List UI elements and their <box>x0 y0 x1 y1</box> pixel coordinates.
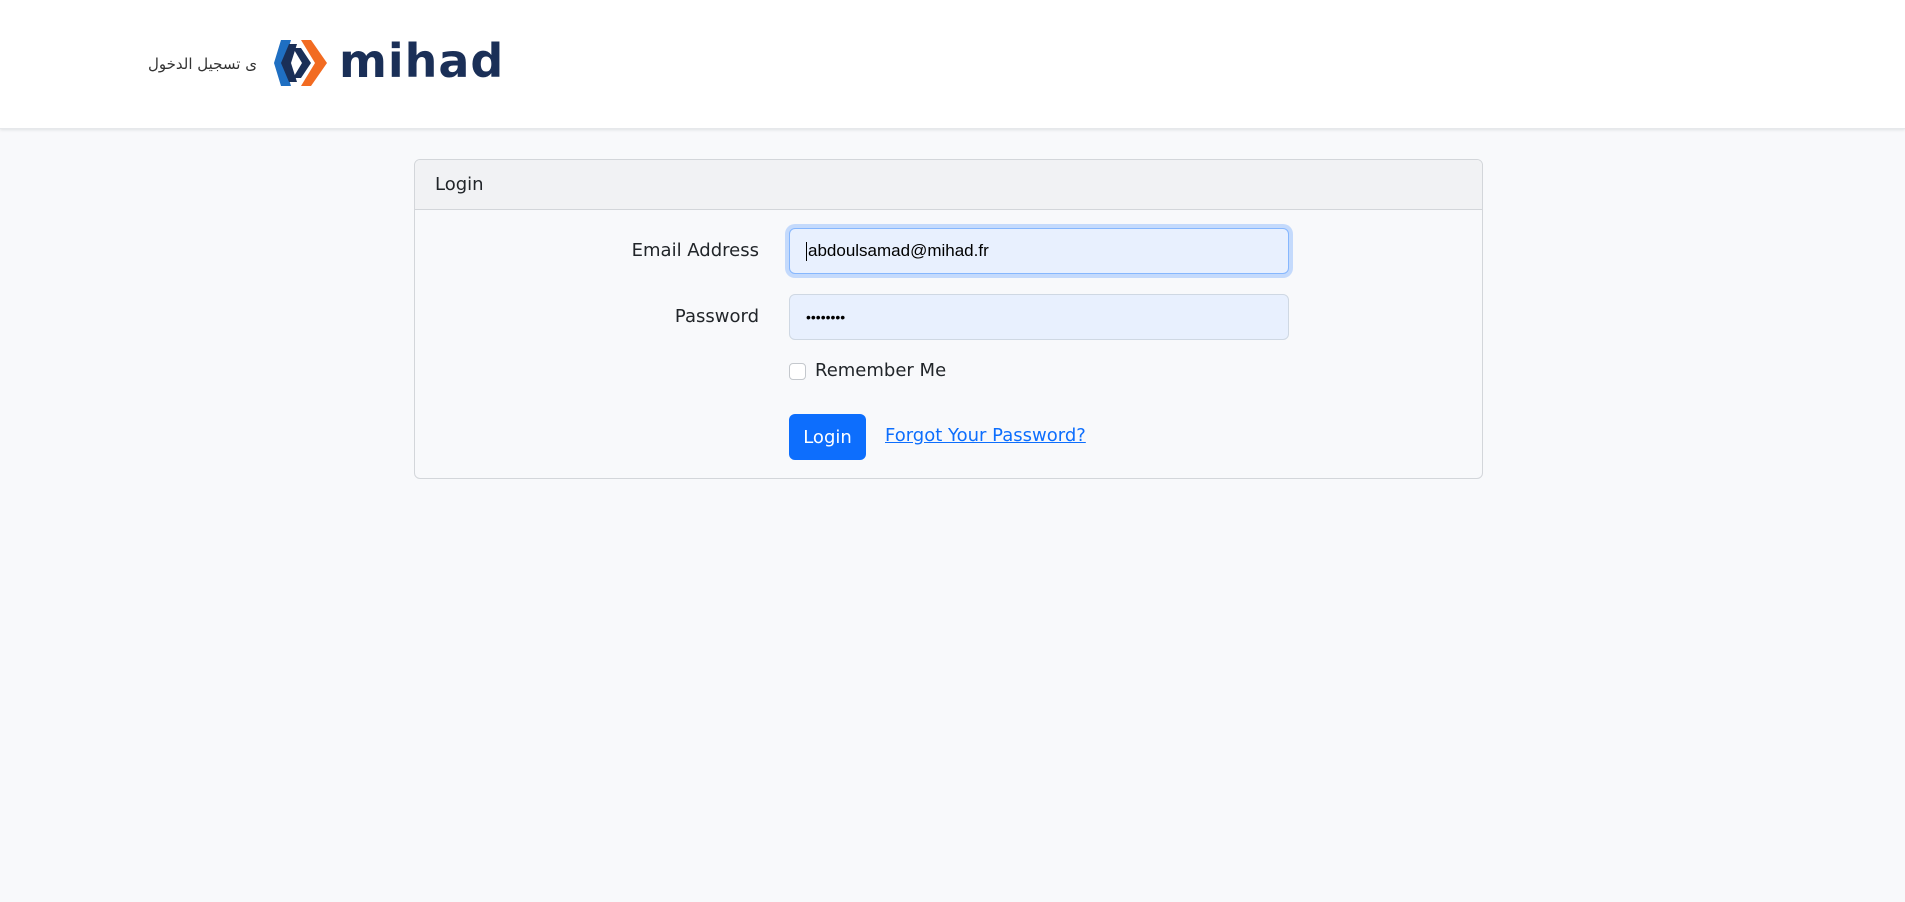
brand-link[interactable]: ى تسجيل الدخول mihad <box>148 30 504 96</box>
forgot-password-link[interactable]: Forgot Your Password? <box>885 425 1086 446</box>
remember-row: Remember Me <box>415 360 1482 384</box>
logo-wordmark: mihad <box>338 34 505 88</box>
password-label: Password <box>674 306 759 327</box>
password-value: •••••••• <box>806 309 846 325</box>
login-button[interactable]: Login <box>789 414 866 460</box>
top-navbar: ى تسجيل الدخول mihad <box>0 0 1905 129</box>
email-input[interactable]: abdoulsamad@mihad.fr <box>789 228 1289 274</box>
card-header: Login <box>415 160 1482 210</box>
email-row: Email Address abdoulsamad@mihad.fr <box>415 228 1482 274</box>
password-row: Password •••••••• <box>415 294 1482 340</box>
mihad-logo-icon <box>273 40 327 86</box>
remember-checkbox[interactable] <box>789 363 806 380</box>
actions-row: Login Forgot Your Password? <box>415 414 1482 460</box>
login-card: Login Email Address abdoulsamad@mihad.fr… <box>414 159 1483 479</box>
email-label: Email Address <box>631 240 759 261</box>
text-caret <box>806 241 807 261</box>
email-value: abdoulsamad@mihad.fr <box>808 241 989 260</box>
brand-arabic-text: ى تسجيل الدخول <box>148 55 257 73</box>
remember-label[interactable]: Remember Me <box>815 360 946 381</box>
password-input[interactable]: •••••••• <box>789 294 1289 340</box>
